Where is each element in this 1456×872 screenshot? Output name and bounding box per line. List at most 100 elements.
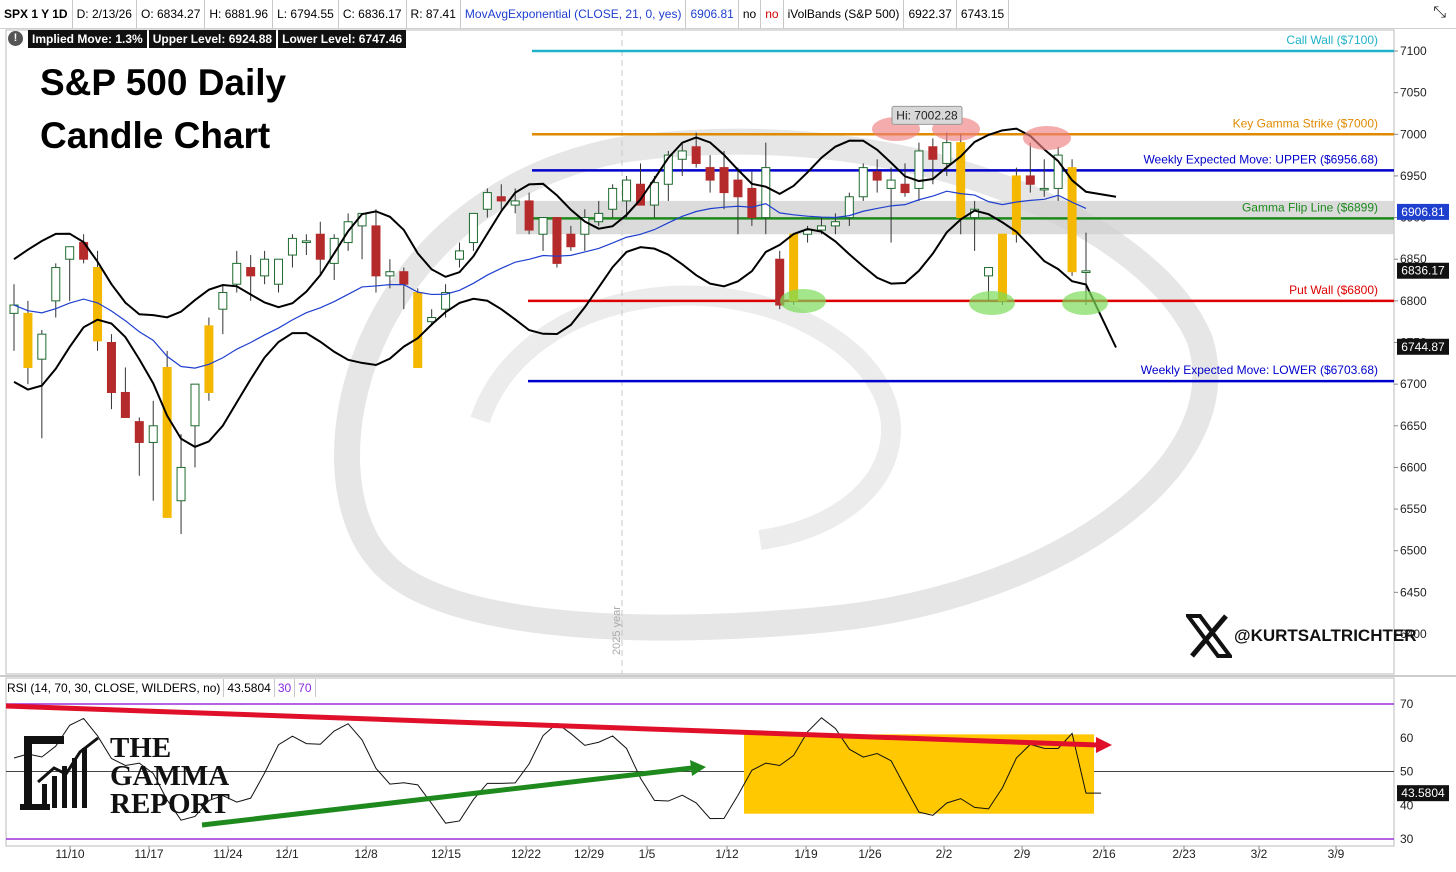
logo-line2: GAMMA [110,760,230,792]
level-label: Call Wall ($7100) [1286,33,1378,47]
y-tick-label: 6650 [1400,419,1427,433]
band-lower-value: 6743.15 [957,0,1010,28]
y-tick-label: 6550 [1400,502,1427,516]
lower-level-label: Lower Level: 6747.46 [278,29,407,48]
candle-body [176,466,186,502]
ema-value: 6906.81 [686,0,739,28]
rsi-value: 43.5804 [224,679,275,697]
rsi-tag-label: 43.5804 [1401,786,1445,800]
candle-body [914,150,924,189]
y-tick-label: 6500 [1400,544,1427,558]
support-highlight [780,289,826,313]
rsi-header: RSI (14, 70, 30, CLOSE, WILDERS, no) 43.5… [4,679,316,697]
candle-body [399,271,409,285]
candle-body [301,240,311,244]
candle-body [120,391,130,418]
candle-body [371,225,381,277]
rsi-tick-label: 50 [1400,765,1414,779]
candle-body [315,233,325,260]
candle-body [928,146,938,160]
rsi-consolidation-box [744,734,1094,814]
rsi-upper-threshold: 70 [295,679,316,697]
candle-body [274,258,284,285]
candle-body [608,187,618,210]
watermark-swirl-inner [470,285,901,550]
candle-body [1025,175,1035,185]
candle-body [455,250,465,260]
ema-study-label[interactable]: MovAvgExponential (CLOSE, 21, 0, yes) [461,0,687,28]
candle-body [886,179,896,189]
candle-body [218,292,228,310]
candle-body [37,333,47,360]
y-tick-label: 6800 [1400,294,1427,308]
candle-body [761,167,771,219]
rsi-study-label[interactable]: RSI (14, 70, 30, CLOSE, WILDERS, no) [4,679,225,697]
price-tag-label: 6836.17 [1401,264,1445,278]
y-tick-label: 6950 [1400,169,1427,183]
level-label: Put Wall ($6800) [1289,283,1378,297]
candle-body [622,179,632,202]
candle-body [204,325,214,393]
candle-body [413,292,423,368]
rsi-uptrend-line [201,765,693,828]
logo-line1: THE [110,732,172,764]
high-label: H: 6881.96 [205,0,274,28]
x-logo-icon [1186,614,1232,658]
range-label: R: 87.41 [407,0,461,28]
candle-body [190,383,200,427]
candle-body [747,187,757,219]
candle-body [1011,175,1021,235]
y-tick-label: 7100 [1400,44,1427,58]
no-flag-2: no [761,0,784,28]
band-upper-value: 6922.37 [904,0,957,28]
band-study-label[interactable]: iVolBands (S&P 500) [784,0,905,28]
rsi-tick-label: 60 [1400,731,1414,745]
candle-body [872,171,882,181]
candle-body [329,237,339,264]
candle-body [594,212,604,223]
candle-body [106,342,116,393]
candle-body [733,179,743,198]
level-label: Weekly Expected Move: LOWER ($6703.68) [1141,363,1378,377]
year-marker-label: 2025 year [611,606,623,655]
candle-body [23,312,33,368]
chart-title: S&P 500 Daily Candle Chart [40,56,286,162]
alert-icon[interactable]: ! [8,31,23,46]
candle-body [441,292,451,310]
gamma-report-logo: THE GAMMA REPORT [18,734,230,819]
candle-body [148,425,158,443]
implied-move-label: Implied Move: 1.3% [28,29,147,48]
open-label: O: 6834.27 [137,0,206,28]
x-handle[interactable]: @KURTSALTRICHTER [1186,614,1416,658]
low-label: L: 6794.55 [273,0,339,28]
candle-body [984,267,994,277]
candle-body [830,221,840,227]
rejection-highlight [1023,126,1071,150]
candle-body [649,182,659,206]
candle-body [691,146,701,164]
band-lower-line [13,209,1117,448]
candle-body [997,233,1007,302]
rsi-uptrend-arrowhead [690,760,706,776]
date-label: D: 2/13/26 [73,0,137,28]
candle-body [482,192,492,210]
logo-line3: REPORT [110,788,230,820]
implied-move-bar: ! Implied Move: 1.3% Upper Level: 6924.8… [8,29,408,48]
level-label: Gamma Flip Line ($6899) [1242,200,1378,214]
gamma-logo-icon [20,736,99,810]
level-label: Key Gamma Strike ($7000) [1233,116,1378,130]
close-label: C: 6836.17 [339,0,407,28]
no-flag-1: no [739,0,762,28]
gamma-logo-text: THE GAMMA REPORT [110,732,230,820]
candle-body [134,421,144,443]
y-tick-label: 6450 [1400,585,1427,599]
candle-body [900,183,910,194]
candle-body [287,237,297,256]
candle-body [816,225,826,231]
collapse-icon[interactable]: ⤡ [1433,4,1446,22]
candle-body [246,267,256,277]
symbol-label[interactable]: SPX 1 Y 1D [0,0,73,28]
candle-body [942,142,952,164]
candle-body [719,167,729,194]
candle-body [162,366,172,518]
